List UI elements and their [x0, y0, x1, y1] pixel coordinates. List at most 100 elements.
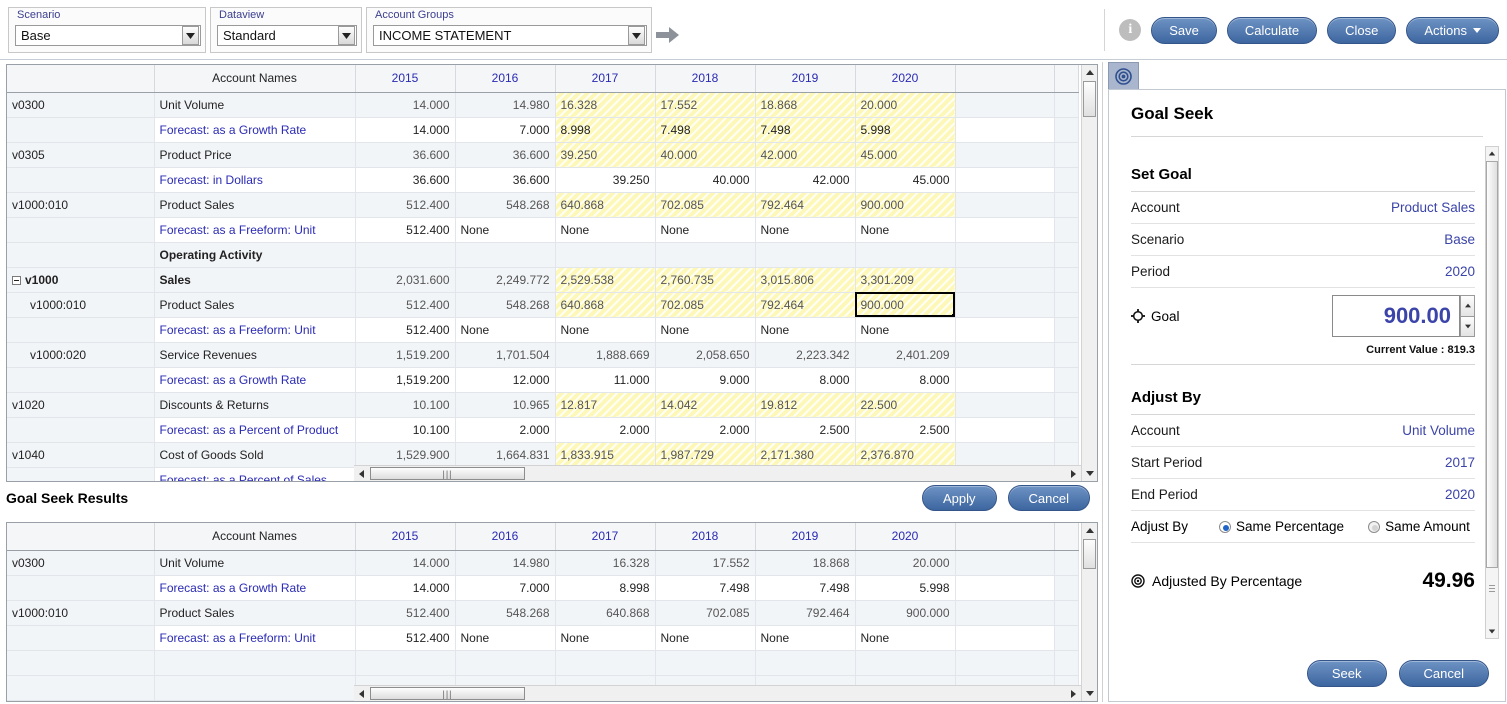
grid-cell[interactable]: 36.600 [455, 167, 556, 193]
grid-cell[interactable]: 8.998 [555, 117, 656, 143]
grid-cell[interactable]: 792.464 [755, 192, 856, 218]
grid-cell[interactable] [855, 650, 956, 676]
collapse-icon[interactable] [12, 275, 21, 285]
grid-cell-empty[interactable] [955, 625, 1055, 651]
grid-cell[interactable] [355, 650, 456, 676]
grid-cell[interactable]: 548.268 [455, 292, 556, 318]
grid-cell[interactable]: None [555, 317, 656, 343]
grid-cell[interactable]: None [555, 217, 656, 243]
grid-cell[interactable]: 2,376.870 [855, 442, 956, 468]
grid-cell-empty[interactable] [1054, 367, 1079, 393]
scenario-select[interactable]: Base [15, 25, 201, 46]
adjust-account-value[interactable]: Unit Volume [1402, 423, 1475, 438]
grid-cell[interactable]: 2,401.209 [855, 342, 956, 368]
grid-cell[interactable]: 7.498 [655, 117, 756, 143]
scroll-down-icon[interactable] [1082, 466, 1097, 481]
grid-cell[interactable]: 17.552 [655, 550, 756, 576]
grid-cell-empty[interactable] [955, 142, 1055, 168]
radio-same-percentage-icon[interactable] [1219, 520, 1231, 533]
row-account-name[interactable]: Forecast: as a Growth Rate [154, 575, 356, 601]
grid-cell-empty[interactable] [1054, 317, 1079, 343]
chevron-down-icon[interactable] [338, 26, 355, 45]
adjust-start-period-value[interactable]: 2017 [1445, 455, 1475, 470]
radio-same-percentage[interactable]: Same Percentage [1219, 519, 1344, 534]
grid-cell-empty[interactable] [955, 117, 1055, 143]
grid-cell[interactable] [855, 242, 956, 268]
table-row[interactable]: Forecast: as a Growth Rate 14.000 7.000 8.9… [7, 575, 1079, 601]
row-account-name[interactable]: Forecast: as a Freeform: Unit [154, 217, 356, 243]
grid-cell[interactable]: 14.980 [455, 550, 556, 576]
goal-input[interactable]: 900.00 [1332, 295, 1460, 337]
grid-cell[interactable]: 1,833.915 [555, 442, 656, 468]
goal-stepper[interactable] [1460, 295, 1475, 337]
grid-cell[interactable]: 14.000 [355, 575, 456, 601]
table-row[interactable]: v1000:010 Product Sales 512.400 548.268 640.… [7, 192, 1079, 218]
grid-cell[interactable]: 20.000 [855, 550, 956, 576]
grid-cell-empty[interactable] [955, 600, 1055, 626]
grid-cell-empty[interactable] [1054, 167, 1079, 193]
seek-button[interactable]: Seek [1306, 660, 1387, 687]
grid-cell[interactable]: 36.600 [355, 167, 456, 193]
table-row[interactable]: Forecast: in Dollars 36.600 36.600 39.250 40… [7, 167, 1079, 193]
scroll-down-icon[interactable] [1486, 625, 1498, 638]
grid-cell[interactable]: 45.000 [855, 142, 956, 168]
grid-cell[interactable]: None [455, 217, 556, 243]
grid-cell[interactable]: 640.868 [555, 292, 656, 318]
results-data-grid[interactable]: Account Names 2015 2016 2017 2018 2019 2020 v0… [6, 522, 1098, 702]
grid-cell-empty[interactable] [955, 317, 1055, 343]
column-header-2017[interactable]: 2017 [555, 523, 656, 551]
column-header-2017[interactable]: 2017 [555, 65, 656, 93]
grid-cell[interactable]: 14.980 [455, 92, 556, 118]
grid-cell-empty[interactable] [1054, 550, 1079, 576]
row-account-name[interactable]: Forecast: as a Percent of Sales [154, 467, 356, 481]
grid-cell-empty[interactable] [955, 242, 1055, 268]
column-header-2020[interactable]: 2020 [855, 65, 956, 93]
grid-cell[interactable] [455, 242, 556, 268]
grid-cell[interactable]: 702.085 [655, 192, 756, 218]
arrow-right-icon[interactable] [655, 25, 679, 45]
grid-cell[interactable]: 2.000 [455, 417, 556, 443]
grid-cell-empty[interactable] [955, 167, 1055, 193]
column-header-blank[interactable] [1054, 523, 1079, 551]
column-header-2018[interactable]: 2018 [655, 65, 756, 93]
table-row[interactable]: v1020 Discounts & Returns 10.100 10.965 12.8… [7, 392, 1079, 418]
main-grid-vertical-scrollbar[interactable] [1081, 65, 1097, 481]
grid-cell[interactable]: 42.000 [755, 142, 856, 168]
grid-cell[interactable]: 20.000 [855, 92, 956, 118]
grid-cell[interactable]: 702.085 [655, 292, 756, 318]
horizontal-scroll-thumb[interactable]: ||| [370, 467, 525, 480]
row-account-name[interactable]: Forecast: as a Percent of Product [154, 417, 356, 443]
vertical-scroll-thumb[interactable] [1083, 81, 1096, 117]
grid-cell-empty[interactable] [955, 192, 1055, 218]
chevron-down-icon[interactable] [628, 26, 645, 45]
results-cancel-button[interactable]: Cancel [1007, 485, 1090, 511]
grid-cell[interactable] [555, 242, 656, 268]
close-button[interactable]: Close [1327, 16, 1397, 44]
grid-cell[interactable]: 3,301.209 [855, 267, 956, 293]
column-header-2018[interactable]: 2018 [655, 523, 756, 551]
grid-cell-empty[interactable] [1054, 625, 1079, 651]
results-grid-horizontal-scrollbar[interactable]: ||| [354, 685, 1081, 701]
goal-seek-panel-scrollbar[interactable] [1485, 146, 1499, 639]
grid-cell[interactable] [755, 650, 856, 676]
grid-cell[interactable]: 22.500 [855, 392, 956, 418]
grid-cell[interactable]: 2,171.380 [755, 442, 856, 468]
table-row[interactable]: Forecast: as a Freeform: Unit 512.400 None… [7, 625, 1079, 651]
set-goal-scenario-value[interactable]: Base [1444, 232, 1475, 247]
grid-cell[interactable]: 5.998 [855, 575, 956, 601]
grid-cell-empty[interactable] [1054, 417, 1079, 443]
scroll-up-icon[interactable] [1486, 147, 1498, 160]
grid-cell[interactable]: 45.000 [855, 167, 956, 193]
grid-cell[interactable]: 36.600 [455, 142, 556, 168]
grid-cell[interactable]: 640.868 [555, 192, 656, 218]
grid-cell[interactable]: 2,031.600 [355, 267, 456, 293]
table-row[interactable]: v1000 Sales 2,031.600 2,249.772 2,529.538 2,7… [7, 267, 1079, 293]
scroll-right-icon[interactable] [1066, 686, 1081, 701]
grid-cell[interactable]: None [655, 217, 756, 243]
grid-cell[interactable]: 7.000 [455, 575, 556, 601]
grid-cell[interactable]: 1,529.900 [355, 442, 456, 468]
grid-cell[interactable]: 1,888.669 [555, 342, 656, 368]
table-row[interactable]: v1040 Cost of Goods Sold 1,529.900 1,664.83… [7, 442, 1079, 468]
grid-cell[interactable]: None [755, 317, 856, 343]
grid-cell-empty[interactable] [1054, 650, 1079, 676]
